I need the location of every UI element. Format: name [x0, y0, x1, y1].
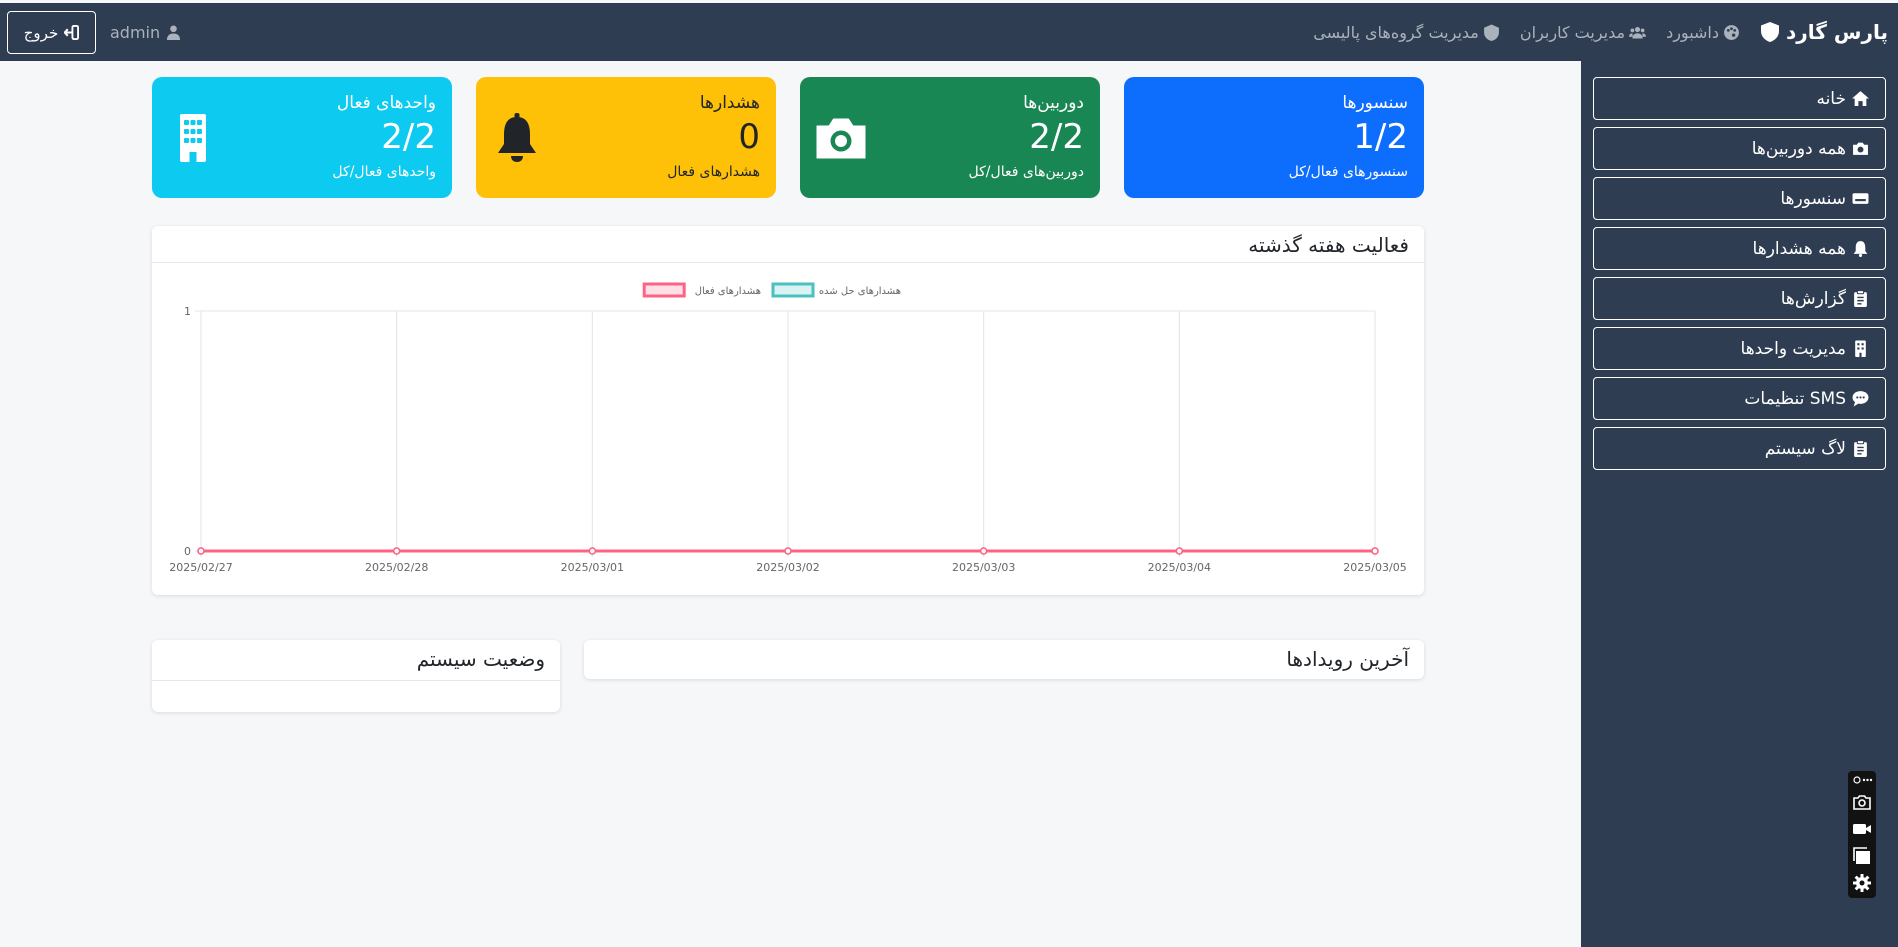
card-value: 1/2 [1353, 117, 1408, 157]
home-icon [1852, 91, 1869, 106]
logout-label: خروج [23, 24, 59, 42]
system-status-card: وضعیت سیستم [152, 640, 560, 712]
shield-icon [1760, 22, 1779, 42]
sidebar-item-label: تنظیمات SMS [1744, 388, 1846, 409]
card-subtitle: دوربین‌های فعال/کل [968, 164, 1084, 180]
data-point [197, 547, 205, 555]
cameras-card[interactable]: دوربین‌ها 2/2 دوربین‌های فعال/کل [800, 77, 1100, 198]
sidebar-item-label: مدیریت واحدها [1740, 338, 1846, 359]
y-tick-label: 1 [184, 305, 191, 318]
top-navbar: پارس گارد داشبورد مدیریت کاربران مدیریت … [0, 3, 1898, 61]
logout-button[interactable]: خروج [7, 11, 96, 54]
sidebar-item-all-cameras[interactable]: همه دوربین‌ها [1593, 127, 1886, 170]
card-value: 2/2 [381, 117, 436, 157]
data-point [588, 547, 597, 555]
floating-toolbar [1848, 771, 1876, 898]
user-name: admin [110, 22, 161, 42]
nav-dashboard[interactable]: داشبورد [1666, 23, 1740, 42]
shield-icon [1483, 24, 1499, 41]
legend-label: هشدارهای فعال [695, 286, 761, 297]
activity-chart: 0 1 2025/02/27 2025/02/28 2025/03/01 2025/03/… [169, 282, 1407, 574]
sidebar-item-units[interactable]: مدیریت واحدها [1593, 327, 1886, 370]
sidebar-item-sms-settings[interactable]: تنظیمات SMS [1593, 377, 1886, 420]
sidebar-item-sensors[interactable]: سنسورها [1593, 177, 1886, 220]
legend-swatch [771, 282, 815, 298]
gear-icon[interactable] [1851, 872, 1873, 893]
sidebar-item-label: خانه [1816, 88, 1846, 109]
sign-out-icon [64, 25, 80, 40]
card-subtitle: سنسورهای فعال/کل [1288, 164, 1408, 180]
x-tick-label: 2025/03/05 [1343, 561, 1406, 574]
units-card[interactable]: واحدهای فعال 2/2 واحدهای فعال/کل [152, 77, 452, 198]
data-point [392, 547, 401, 555]
camera-icon [816, 118, 866, 159]
user-menu[interactable]: admin [110, 3, 181, 61]
card-subtitle: واحدهای فعال/کل [332, 164, 436, 180]
legend-label: هشدارهای حل شده [819, 286, 901, 297]
x-tick-label: 2025/03/04 [1148, 561, 1211, 574]
card-title: هشدارها [699, 93, 760, 113]
nav-users[interactable]: مدیریت کاربران [1519, 22, 1647, 42]
x-tick-label: 2025/02/28 [365, 561, 428, 574]
palette-icon [1724, 24, 1739, 40]
card-subtitle: هشدارهای فعال [667, 164, 760, 180]
latest-events-card: آخرین رویدادها [584, 640, 1424, 679]
nav-policy-groups-label: مدیریت گروه‌های پالیسی [1313, 22, 1479, 42]
screenshot-icon[interactable] [1851, 791, 1873, 812]
sidebar-item-label: سنسورها [1780, 188, 1846, 209]
sidebar-item-label: لاگ سیستم [1764, 438, 1846, 459]
nav-dashboard-label: داشبورد [1666, 22, 1719, 42]
card-title: دوربین‌ها [1023, 93, 1084, 113]
clipboard-icon [1854, 440, 1867, 457]
card-header: آخرین رویدادها [584, 640, 1424, 677]
nav-links: داشبورد مدیریت کاربران مدیریت گروه‌های پ… [1313, 3, 1740, 61]
sensor-icon [1852, 193, 1869, 204]
x-tick-label: 2025/03/03 [952, 561, 1015, 574]
x-tick-label: 2025/02/27 [169, 561, 232, 574]
card-title: فعالیت هفته گذشته [1248, 233, 1409, 257]
bell-icon [1853, 241, 1868, 257]
building-icon [180, 114, 206, 162]
brand[interactable]: پارس گارد [1760, 3, 1888, 61]
data-point [1175, 547, 1184, 555]
card-header: وضعیت سیستم [152, 640, 560, 681]
sidebar-item-system-log[interactable]: لاگ سیستم [1593, 427, 1886, 470]
user-icon [167, 24, 181, 40]
data-point [979, 547, 988, 555]
data-point [784, 547, 792, 555]
card-title: سنسورها [1342, 93, 1408, 113]
sidebar-item-label: گزارش‌ها [1780, 288, 1846, 309]
sensors-card[interactable]: سنسورها 1/2 سنسورهای فعال/کل [1124, 77, 1424, 198]
sidebar-item-home[interactable]: خانه [1593, 77, 1886, 120]
card-title: واحدهای فعال [336, 93, 436, 113]
brand-label: پارس گارد [1785, 20, 1888, 44]
nav-policy-groups[interactable]: مدیریت گروه‌های پالیسی [1313, 23, 1500, 42]
sidebar-item-reports[interactable]: گزارش‌ها [1593, 277, 1886, 320]
x-tick-label: 2025/03/01 [561, 561, 624, 574]
building-icon [1855, 340, 1866, 357]
card-title: وضعیت سیستم [416, 647, 545, 671]
x-tick-label: 2025/03/02 [756, 561, 819, 574]
card-title: آخرین رویدادها [1286, 647, 1409, 671]
window-icon[interactable] [1851, 845, 1873, 866]
bell-icon [498, 113, 536, 162]
y-tick-label: 0 [184, 545, 191, 558]
alerts-card[interactable]: هشدارها 0 هشدارهای فعال [476, 77, 776, 198]
weekly-activity-card: فعالیت هفته گذشته 0 1 2025/02/27 2025/02/28… [152, 226, 1424, 595]
data-point [1371, 547, 1379, 555]
comment-icon [1852, 391, 1869, 407]
card-header: فعالیت هفته گذشته [152, 226, 1424, 263]
camera-icon [1853, 142, 1868, 155]
nav-users-label: مدیریت کاربران [1519, 22, 1626, 42]
video-icon[interactable] [1851, 818, 1873, 839]
users-icon [1629, 26, 1647, 38]
clipboard-icon [1854, 290, 1867, 307]
card-value: 2/2 [1029, 117, 1084, 157]
legend-swatch [642, 282, 686, 298]
more-icon[interactable] [1851, 775, 1873, 785]
sidebar-item-label: همه هشدارها [1752, 238, 1846, 259]
card-value: 0 [738, 117, 760, 157]
sidebar-item-all-alerts[interactable]: همه هشدارها [1593, 227, 1886, 270]
sidebar-item-label: همه دوربین‌ها [1751, 138, 1846, 159]
